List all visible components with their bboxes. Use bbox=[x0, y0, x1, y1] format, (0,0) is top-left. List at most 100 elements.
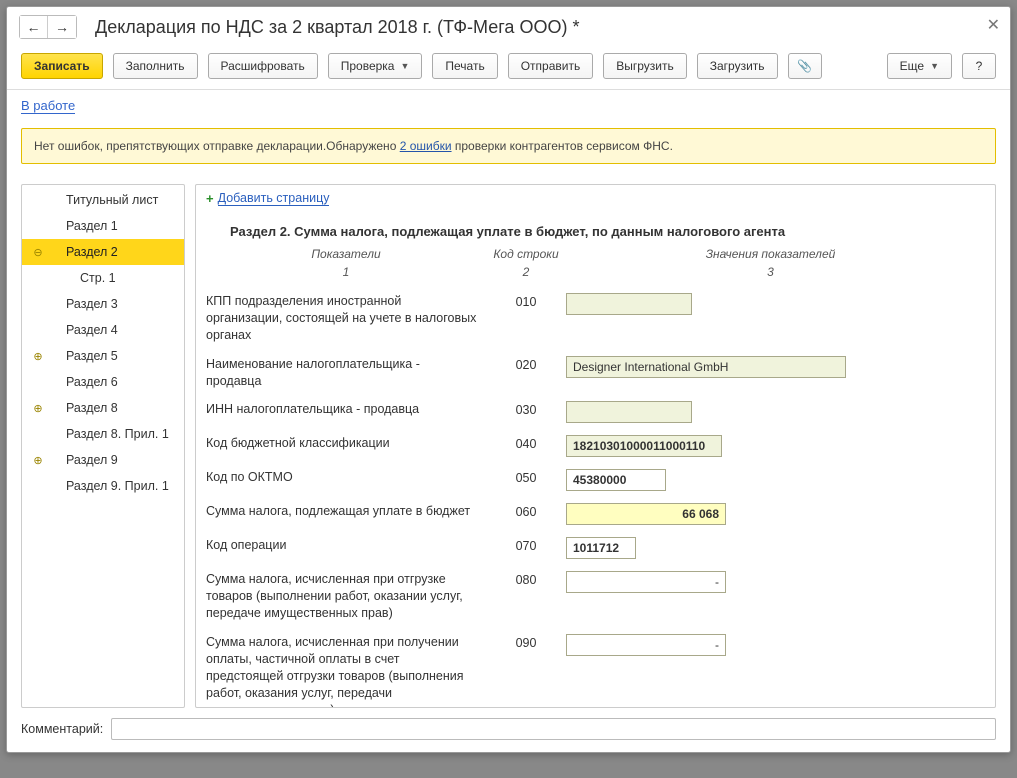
body-row: Титульный лист Раздел 1⊖Раздел 2 Стр. 1 Раз… bbox=[7, 178, 1010, 708]
write-button[interactable]: Записать bbox=[21, 53, 103, 79]
column-headers: Показатели Код строки Значения показател… bbox=[206, 247, 975, 261]
value-field[interactable] bbox=[566, 401, 692, 423]
errors-link[interactable]: 2 ошибки bbox=[400, 139, 452, 153]
tree-item[interactable]: Стр. 1 bbox=[22, 265, 184, 291]
row-value-cell: 66 068 bbox=[566, 503, 975, 525]
expand-icon[interactable]: ⊕ bbox=[30, 350, 46, 363]
tree-item[interactable]: Раздел 6 bbox=[22, 369, 184, 395]
status-link[interactable]: В работе bbox=[21, 98, 75, 114]
nav-forward-button[interactable]: → bbox=[48, 16, 76, 38]
tree-item-label: Титульный лист bbox=[46, 193, 178, 207]
value-field[interactable]: 66 068 bbox=[566, 503, 726, 525]
fill-button[interactable]: Заполнить bbox=[113, 53, 198, 79]
value-field[interactable] bbox=[566, 293, 692, 315]
write-label: Записать bbox=[34, 59, 90, 73]
row-label: ИНН налогоплательщика - продавца bbox=[206, 401, 486, 418]
check-button[interactable]: Проверка▼ bbox=[328, 53, 423, 79]
fill-label: Заполнить bbox=[126, 59, 185, 73]
row-value-cell: 18210301000011000110 bbox=[566, 435, 975, 457]
row-code: 050 bbox=[486, 469, 566, 485]
row-code: 060 bbox=[486, 503, 566, 519]
import-label: Загрузить bbox=[710, 59, 765, 73]
collapse-icon[interactable]: ⊖ bbox=[30, 246, 46, 259]
notice-text-before: Нет ошибок, препятствующих отправке декл… bbox=[34, 139, 400, 153]
comment-label: Комментарий: bbox=[21, 722, 103, 736]
more-label: Еще bbox=[900, 59, 924, 73]
tree-item[interactable]: ⊕Раздел 9 bbox=[22, 447, 184, 473]
expand-icon[interactable]: ⊕ bbox=[30, 402, 46, 415]
tree-item[interactable]: Раздел 4 bbox=[22, 317, 184, 343]
tree-item-label: Раздел 4 bbox=[46, 323, 178, 337]
row-value-cell: 45380000 bbox=[566, 469, 975, 491]
nav-history-group: ← → bbox=[19, 15, 77, 39]
row-value-cell: 1011712 bbox=[566, 537, 975, 559]
check-label: Проверка bbox=[341, 59, 395, 73]
col-sub-3: 3 bbox=[566, 265, 975, 279]
add-page-link[interactable]: + Добавить страницу bbox=[206, 191, 329, 206]
row-value-cell: Designer International GmbH bbox=[566, 356, 975, 378]
decode-button[interactable]: Расшифровать bbox=[208, 53, 318, 79]
col-sub-2: 2 bbox=[486, 265, 566, 279]
rows-container: КПП подразделения иностранной организаци… bbox=[206, 287, 975, 707]
row-label: Сумма налога, исчисленная при отгрузке т… bbox=[206, 571, 486, 622]
value-field[interactable]: - bbox=[566, 571, 726, 593]
value-field[interactable]: 1011712 bbox=[566, 537, 636, 559]
tree-item[interactable]: ⊖Раздел 2 bbox=[22, 239, 184, 265]
notice-text-after: проверки контрагентов сервисом ФНС. bbox=[452, 139, 673, 153]
tree-item[interactable]: Раздел 3 bbox=[22, 291, 184, 317]
row-code: 040 bbox=[486, 435, 566, 451]
tree-item[interactable]: ⊕Раздел 8 bbox=[22, 395, 184, 421]
import-button[interactable]: Загрузить bbox=[697, 53, 778, 79]
chevron-down-icon: ▼ bbox=[930, 61, 939, 71]
main-panel: + Добавить страницу Раздел 2. Сумма нало… bbox=[195, 184, 996, 708]
section-tree: Титульный лист Раздел 1⊖Раздел 2 Стр. 1 Раз… bbox=[21, 184, 185, 708]
decode-label: Расшифровать bbox=[221, 59, 305, 73]
export-label: Выгрузить bbox=[616, 59, 674, 73]
send-button[interactable]: Отправить bbox=[508, 53, 594, 79]
comment-input[interactable] bbox=[111, 718, 996, 740]
value-field[interactable]: Designer International GmbH bbox=[566, 356, 846, 378]
tree-item[interactable]: Раздел 1 bbox=[22, 213, 184, 239]
nav-back-button[interactable]: ← bbox=[20, 16, 48, 38]
help-button[interactable]: ? bbox=[962, 53, 996, 79]
tree-item[interactable]: ⊕Раздел 5 bbox=[22, 343, 184, 369]
attach-button[interactable]: 📎 bbox=[788, 53, 822, 79]
form-row: ИНН налогоплательщика - продавца030 bbox=[206, 395, 975, 429]
tree-item-label: Раздел 5 bbox=[46, 349, 178, 363]
value-field[interactable]: 18210301000011000110 bbox=[566, 435, 722, 457]
col-header-1: Показатели bbox=[206, 247, 486, 261]
value-field[interactable]: - bbox=[566, 634, 726, 656]
form-row: Сумма налога, исчисленная при отгрузке т… bbox=[206, 565, 975, 628]
value-field[interactable]: 45380000 bbox=[566, 469, 666, 491]
app-window: ✕ ← → Декларация по НДС за 2 квартал 201… bbox=[6, 6, 1011, 753]
row-code: 080 bbox=[486, 571, 566, 587]
expand-icon[interactable]: ⊕ bbox=[30, 454, 46, 467]
row-label: Наименование налогоплательщика - продавц… bbox=[206, 356, 486, 390]
row-code: 030 bbox=[486, 401, 566, 417]
tree-item-label: Стр. 1 bbox=[46, 271, 178, 285]
window-title: Декларация по НДС за 2 квартал 2018 г. (… bbox=[95, 17, 579, 38]
tree-item[interactable]: Титульный лист bbox=[22, 187, 184, 213]
close-icon[interactable]: ✕ bbox=[987, 15, 1000, 35]
more-button[interactable]: Еще ▼ bbox=[887, 53, 952, 79]
row-label: Код операции bbox=[206, 537, 486, 554]
form-row: Сумма налога, подлежащая уплате в бюджет… bbox=[206, 497, 975, 531]
tree-item[interactable]: Раздел 8. Прил. 1 bbox=[22, 421, 184, 447]
form-row: Сумма налога, исчисленная при получении … bbox=[206, 628, 975, 707]
main-scroll[interactable]: + Добавить страницу Раздел 2. Сумма нало… bbox=[196, 185, 995, 707]
col-header-2: Код строки bbox=[486, 247, 566, 261]
col-header-3: Значения показателей bbox=[566, 247, 975, 261]
row-value-cell: - bbox=[566, 571, 975, 593]
status-area: В работе Нет ошибок, препятствующих отпр… bbox=[7, 90, 1010, 178]
row-label: Сумма налога, подлежащая уплате в бюджет bbox=[206, 503, 486, 520]
tree-item[interactable]: Раздел 9. Прил. 1 bbox=[22, 473, 184, 499]
row-value-cell bbox=[566, 293, 975, 315]
section-heading: Раздел 2. Сумма налога, подлежащая уплат… bbox=[230, 224, 975, 239]
export-button[interactable]: Выгрузить bbox=[603, 53, 687, 79]
print-button[interactable]: Печать bbox=[432, 53, 497, 79]
row-label: КПП подразделения иностранной организаци… bbox=[206, 293, 486, 344]
titlebar: ← → Декларация по НДС за 2 квартал 2018 … bbox=[7, 7, 1010, 41]
form-row: Код по ОКТМО05045380000 bbox=[206, 463, 975, 497]
form-row: Наименование налогоплательщика - продавц… bbox=[206, 350, 975, 396]
form-row: Код операции0701011712 bbox=[206, 531, 975, 565]
